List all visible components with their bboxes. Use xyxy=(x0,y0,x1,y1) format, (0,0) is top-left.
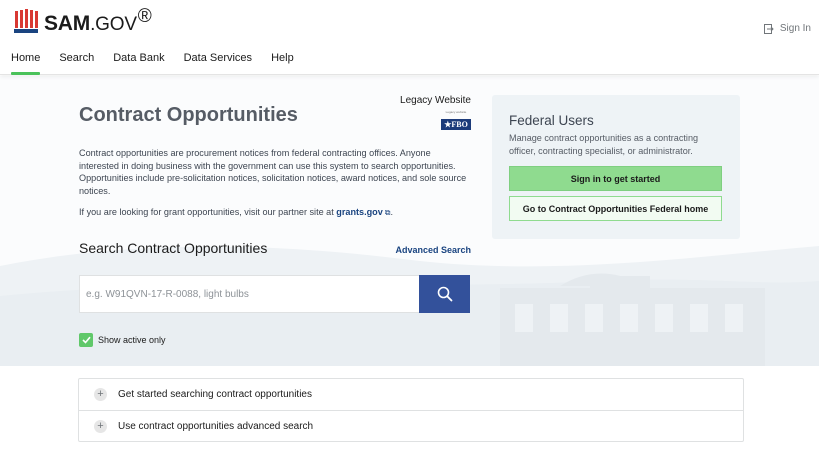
sign-in-icon xyxy=(763,23,774,34)
accordion-item-label: Get started searching contract opportuni… xyxy=(118,389,312,400)
accordion-item-label: Use contract opportunities advanced sear… xyxy=(118,420,314,432)
nav-help[interactable]: Help xyxy=(271,52,294,70)
advanced-search-link[interactable]: Advanced Search xyxy=(395,245,471,255)
search-title: Search Contract Opportunities xyxy=(79,240,268,256)
nav-home[interactable]: Home xyxy=(11,52,41,75)
legacy-website[interactable]: Legacy Website Legacy website ★FBO xyxy=(400,95,471,132)
sign-in-label: Sign In xyxy=(779,23,811,34)
accordion-item-get-started[interactable]: + Get started searching contract opportu… xyxy=(79,379,743,410)
search-header: Search Contract Opportunities Advanced S… xyxy=(79,240,471,256)
show-active-label[interactable]: Show active only xyxy=(98,335,166,345)
checkmark-icon xyxy=(81,336,91,344)
federal-home-button[interactable]: Go to Contract Opportunities Federal hom… xyxy=(509,196,722,222)
site-header: SAM.GOV® Sign In Home Search Data Bank D… xyxy=(0,0,819,75)
logo-text: SAM.GOV® xyxy=(44,6,152,35)
nav-data-services[interactable]: Data Services xyxy=(184,52,252,70)
plus-icon: + xyxy=(94,419,107,433)
federal-users-title: Federal Users xyxy=(509,113,594,128)
main-content: Legacy Website Legacy website ★FBO Contr… xyxy=(79,95,471,218)
page-description: Contract opportunities are procurement n… xyxy=(79,148,467,196)
search-box xyxy=(79,275,470,313)
sam-gov-logo[interactable]: SAM.GOV® xyxy=(11,6,152,35)
search-input[interactable] xyxy=(79,275,419,313)
fbo-badge: ★FBO xyxy=(441,119,471,130)
help-accordion: + Get started searching contract opportu… xyxy=(78,378,744,442)
show-active-row: Show active only xyxy=(79,333,166,347)
fbo-logo[interactable]: Legacy website ★FBO xyxy=(441,110,471,132)
fbo-small-text: Legacy website xyxy=(445,110,467,114)
search-button[interactable] xyxy=(419,275,470,313)
nav-search[interactable]: Search xyxy=(59,52,94,70)
federal-sign-in-button[interactable]: Sign in to get started xyxy=(509,166,722,192)
grants-prefix: If you are looking for grant opportuniti… xyxy=(79,207,337,218)
federal-users-card: Federal Users Manage contract opportunit… xyxy=(492,95,740,239)
main-nav: Home Search Data Bank Data Services Help xyxy=(11,52,294,75)
accordion-item-advanced-search[interactable]: + Use contract opportunities advanced se… xyxy=(79,410,743,441)
search-icon xyxy=(437,286,452,302)
capitol-hat-icon xyxy=(14,9,38,33)
nav-data-bank[interactable]: Data Bank xyxy=(113,52,164,70)
grants-suffix: . xyxy=(390,207,394,218)
sign-in-link[interactable]: Sign In xyxy=(763,23,811,34)
plus-icon: + xyxy=(94,388,107,401)
legacy-website-label: Legacy Website xyxy=(400,95,471,106)
grants-link[interactable]: grants.gov xyxy=(336,207,383,217)
grants-note: If you are looking for grant opportuniti… xyxy=(79,207,471,218)
show-active-checkbox[interactable] xyxy=(79,333,93,347)
federal-users-description: Manage contract opportunities as a contr… xyxy=(509,133,699,156)
